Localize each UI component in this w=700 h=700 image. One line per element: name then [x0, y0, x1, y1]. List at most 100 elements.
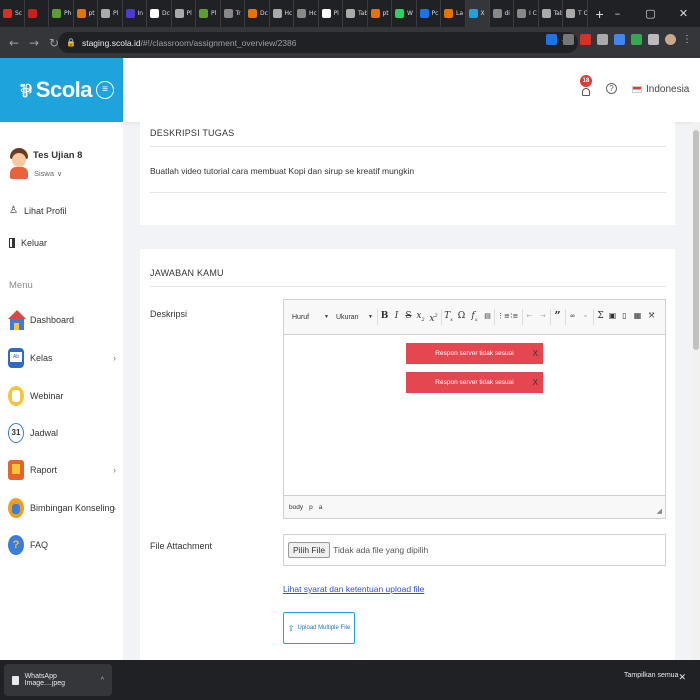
paste-icon[interactable]: ▤ — [483, 311, 492, 321]
maximize-icon[interactable]: ⤧ — [647, 311, 656, 321]
superscript-icon[interactable]: x2 — [429, 311, 438, 324]
link-icon[interactable]: ∞ — [568, 311, 577, 321]
scola-logo[interactable]: ⅌ Scola — [20, 77, 93, 103]
tab-favicon-icon — [174, 9, 184, 18]
browser-tab[interactable]: In — [123, 0, 147, 27]
blockquote-icon[interactable]: ” — [553, 310, 562, 321]
sum-icon[interactable]: Σ — [596, 311, 605, 321]
browser-tab[interactable]: Dc — [147, 0, 172, 27]
puzzle-icon[interactable] — [648, 34, 659, 45]
browser-tab[interactable]: Pl — [98, 0, 123, 27]
page-scrollbar[interactable] — [692, 122, 700, 660]
browser-tab[interactable]: Hc — [270, 0, 294, 27]
scrollbar-thumb[interactable] — [693, 130, 699, 350]
remove-format-icon[interactable]: Tx — [444, 311, 453, 323]
sidebar-item-webinar[interactable]: Webinar — [8, 382, 120, 410]
sidebar-item-jadwal[interactable]: 31 Jadwal — [8, 419, 120, 447]
close-window-button[interactable]: ✕ — [667, 7, 700, 20]
address-bar[interactable]: 🔒 staging.scola.id /#!/classroom/assignm… — [58, 32, 578, 53]
chevron-up-icon[interactable]: ^ — [101, 677, 104, 684]
sidebar-item-faq[interactable]: ? FAQ — [8, 531, 120, 559]
outdent-icon[interactable]: ⇤ — [525, 311, 534, 321]
extension-icon[interactable] — [597, 34, 608, 45]
extension-icon[interactable] — [580, 34, 591, 45]
resize-handle-icon[interactable]: ◢ — [657, 507, 662, 515]
table-icon[interactable]: ▦ — [633, 311, 642, 321]
browser-tab[interactable]: I C — [514, 0, 539, 27]
logout-link[interactable]: Keluar — [9, 238, 47, 248]
language-selector[interactable]: Indonesia — [632, 84, 689, 95]
strikethrough-icon[interactable]: S — [404, 311, 413, 321]
bold-icon[interactable]: B — [380, 311, 389, 321]
font-combo[interactable]: Huruf ▼ — [288, 309, 332, 325]
browser-tab[interactable]: Pl — [172, 0, 196, 27]
forward-icon[interactable]: → — [28, 36, 40, 50]
show-all-downloads-button[interactable]: Tampilkan semua — [624, 672, 678, 679]
italic-icon[interactable]: I — [392, 311, 401, 321]
sidebar-item-dashboard[interactable]: Dashboard — [8, 306, 120, 334]
size-combo[interactable]: Ukuran ▼ — [332, 309, 376, 325]
answer-title: JAWABAN KAMU — [150, 268, 224, 278]
minimize-button[interactable]: – — [601, 7, 634, 20]
close-download-bar-button[interactable]: ✕ — [678, 672, 686, 683]
browser-tab[interactable]: T Ot — [563, 0, 588, 27]
sidebar-item-bimbingan-konseling[interactable]: Bimbingan Konseling › — [8, 494, 120, 522]
bullet-list-icon[interactable]: ∶≡ — [510, 311, 519, 321]
close-error-button[interactable]: X — [533, 343, 538, 364]
browser-tab[interactable] — [25, 0, 49, 27]
path-body[interactable]: body — [289, 504, 303, 511]
path-a[interactable]: a — [319, 504, 323, 511]
tab-favicon-icon — [199, 9, 208, 18]
tab-title: Ph — [64, 10, 72, 17]
subscript-icon[interactable]: x2 — [416, 311, 425, 323]
tab-title: Tab Bu — [358, 10, 368, 17]
choose-file-button[interactable]: Pilih File — [288, 542, 331, 558]
extension-icon[interactable] — [563, 34, 574, 45]
browser-tab[interactable]: Ph — [49, 0, 74, 27]
browser-tab[interactable]: Tab Bu — [539, 0, 563, 27]
editor-content-area[interactable]: Respon server tidak sesuai X Respon serv… — [284, 335, 665, 497]
chevron-right-icon: › — [113, 353, 116, 363]
browser-tab[interactable]: Pc — [417, 0, 441, 27]
upload-multiple-button[interactable]: ⇧ Upload Multiple File — [283, 612, 355, 644]
profile-avatar-icon[interactable] — [665, 34, 676, 45]
formula-icon[interactable]: fx — [470, 311, 479, 323]
user-role-dropdown[interactable]: Siswa ∨ — [34, 169, 62, 178]
help-icon[interactable]: ? — [606, 83, 617, 94]
indent-icon[interactable]: ⇥ — [538, 311, 547, 321]
close-error-button[interactable]: X — [533, 372, 538, 393]
more-menu-icon[interactable]: ⋮ — [682, 34, 692, 45]
menu-toggle-icon[interactable]: ≡ — [96, 81, 114, 99]
browser-tab[interactable]: Sc — [0, 0, 25, 27]
browser-tab[interactable]: La — [441, 0, 466, 27]
sidebar-item-kelas[interactable]: Ab Kelas › — [8, 344, 120, 372]
browser-tab[interactable]: di — [490, 0, 514, 27]
path-p[interactable]: p — [309, 504, 313, 511]
download-item[interactable]: WhatsApp Image....jpeg ^ — [4, 664, 112, 696]
browser-tab[interactable]: W — [392, 0, 417, 27]
extension-icon[interactable] — [546, 34, 557, 45]
browser-tab[interactable]: Pl — [319, 0, 343, 27]
special-char-icon[interactable]: Ω — [457, 311, 466, 321]
maximize-button[interactable]: ▢ — [634, 7, 667, 20]
unlink-icon[interactable]: ⌁ — [581, 311, 590, 321]
extension-icon[interactable] — [631, 34, 642, 45]
extension-icon[interactable] — [614, 34, 625, 45]
image-icon[interactable]: ▣ — [608, 311, 617, 321]
browser-tab[interactable]: Tab Bu — [343, 0, 368, 27]
browser-tab[interactable]: pt — [74, 0, 98, 27]
document-icon[interactable]: ▯ — [620, 311, 629, 321]
browser-tab[interactable]: Pl — [196, 0, 221, 27]
browser-tab[interactable]: pt — [368, 0, 392, 27]
upload-terms-link[interactable]: Lihat syarat dan ketentuan upload file — [283, 584, 424, 594]
sidebar-item-raport[interactable]: Raport › — [8, 456, 120, 484]
profile-link[interactable]: ♙ Lihat Profil — [9, 205, 67, 216]
file-input[interactable]: Pilih File Tidak ada file yang dipilih — [283, 534, 666, 566]
notification-badge[interactable]: 18 — [580, 75, 592, 87]
browser-tab[interactable]: X — [465, 0, 490, 27]
back-icon[interactable]: ← — [8, 36, 20, 50]
browser-tab[interactable]: Dc — [245, 0, 270, 27]
browser-tab[interactable]: Hc — [294, 0, 319, 27]
numbered-list-icon[interactable]: ⋮≡ — [497, 311, 510, 321]
browser-tab[interactable]: Tr — [221, 0, 245, 27]
